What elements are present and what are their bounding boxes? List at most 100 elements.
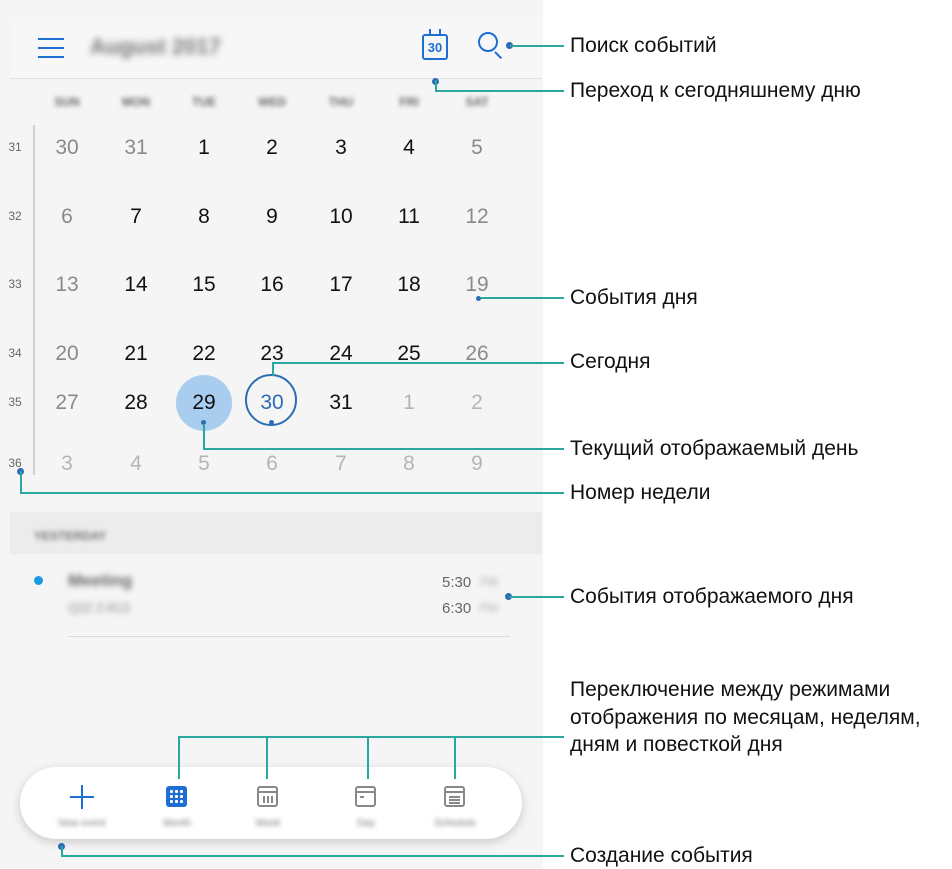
weekday-label: WED	[258, 95, 286, 109]
annotation-search: Поиск событий	[570, 34, 717, 57]
calendar-day[interactable]: 6	[247, 444, 297, 484]
week-number: 34	[8, 346, 22, 360]
callout-line	[272, 362, 274, 376]
calendar-day[interactable]: 31	[111, 128, 161, 168]
week-number: 31	[8, 140, 22, 154]
calendar-day[interactable]: 7	[316, 444, 366, 484]
calendar-day[interactable]: 10	[316, 197, 366, 237]
callout-line	[203, 448, 564, 450]
calendar-day[interactable]: 12	[452, 197, 502, 237]
calendar-day[interactable]: 1	[179, 128, 229, 168]
week-number: 33	[8, 277, 22, 291]
tab-label: Week	[255, 818, 281, 829]
callout-line	[20, 471, 22, 494]
calendar-day[interactable]: 18	[384, 265, 434, 305]
calendar-day[interactable]: 21	[111, 334, 161, 374]
annotation-day-events: События дня	[570, 286, 698, 309]
callout-line	[266, 737, 268, 779]
callout-line	[509, 596, 564, 598]
callout-line	[481, 297, 564, 299]
schedule-calendar-icon	[444, 786, 465, 807]
event-end-ampm: PM	[480, 601, 498, 615]
annotation-week-number: Номер недели	[570, 481, 711, 504]
calendar-day[interactable]: 4	[384, 128, 434, 168]
calendar-day[interactable]: 11	[384, 197, 434, 237]
tab-week[interactable]: Week	[228, 773, 308, 833]
annotation-create-event: Создание события	[570, 844, 753, 867]
calendar-day[interactable]: 13	[42, 265, 92, 305]
event-location: Q22 2-813	[68, 600, 130, 615]
calendar-day[interactable]: 15	[179, 265, 229, 305]
calendar-day[interactable]: 17	[316, 265, 366, 305]
tab-month[interactable]: Month	[137, 773, 217, 833]
new-event-button[interactable]: New event	[42, 773, 122, 833]
event-title: Meeting	[68, 571, 133, 590]
month-title[interactable]: August 2017	[90, 34, 221, 60]
calendar-day[interactable]: 28	[111, 383, 161, 423]
calendar-day[interactable]: 30	[42, 128, 92, 168]
menu-icon[interactable]	[38, 38, 64, 58]
calendar-day[interactable]: 27	[42, 383, 92, 423]
week-number: 36	[8, 456, 22, 470]
calendar-day[interactable]: 9	[452, 444, 502, 484]
tab-label: New event	[58, 818, 106, 829]
month-grid-icon	[166, 786, 187, 807]
weekday-label: FRI	[399, 95, 419, 109]
calendar-day[interactable]: 8	[384, 444, 434, 484]
callout-line	[203, 424, 205, 449]
callout-line	[178, 736, 564, 738]
calendar-day[interactable]: 22	[179, 334, 229, 374]
annotation-today-jump: Переход к сегодняшнему дню	[570, 79, 861, 102]
calendar-day[interactable]: 2	[247, 128, 297, 168]
calendar-day[interactable]: 31	[316, 383, 366, 423]
annotation-switch-views: Переключение между режимами отображения …	[570, 678, 921, 756]
event-list-item[interactable]: Meeting Q22 2-813 5:30 PM 6:30 PM	[10, 560, 542, 630]
event-indicator-dot	[269, 420, 274, 425]
weekday-label: MON	[122, 95, 150, 109]
calendar-day[interactable]: 29	[179, 383, 229, 423]
week-number: 32	[8, 209, 22, 223]
calendar-day[interactable]: 25	[384, 334, 434, 374]
search-icon[interactable]	[478, 32, 508, 60]
tab-label: Schedule	[434, 818, 476, 829]
calendar-day[interactable]: 16	[247, 265, 297, 305]
calendar-day[interactable]: 8	[179, 197, 229, 237]
annotation-displayed-day-events: События отображаемого дня	[570, 585, 854, 608]
calendar-day[interactable]: 9	[247, 197, 297, 237]
top-app-bar: August 2017 30	[10, 18, 542, 78]
calendar-day[interactable]: 3	[42, 444, 92, 484]
annotation-current-day: Текущий отображаемый день	[570, 437, 859, 460]
tab-schedule[interactable]: Schedule	[415, 773, 495, 833]
callout-line	[61, 855, 564, 857]
callout-line	[178, 737, 180, 779]
plus-icon	[70, 785, 94, 809]
tab-day[interactable]: Day	[326, 773, 406, 833]
callout-line	[20, 492, 564, 494]
calendar-day[interactable]: 5	[179, 444, 229, 484]
calendar-day[interactable]: 20	[42, 334, 92, 374]
calendar-day[interactable]: 6	[42, 197, 92, 237]
calendar-day[interactable]: 30	[247, 383, 297, 423]
events-date-label: YESTERDAY	[34, 529, 107, 543]
weekday-label: TUE	[192, 95, 216, 109]
week-number-divider	[33, 125, 35, 475]
bottom-navigation-bar: New event Month Week Day Schedule	[20, 767, 522, 839]
weekday-label: SAT	[465, 95, 489, 109]
calendar-day[interactable]: 7	[111, 197, 161, 237]
callout-line	[367, 737, 369, 779]
calendar-day[interactable]: 1	[384, 383, 434, 423]
today-calendar-icon[interactable]: 30	[422, 29, 448, 60]
event-color-dot	[34, 576, 43, 585]
divider	[10, 78, 542, 79]
calendar-day[interactable]: 24	[316, 334, 366, 374]
callout-line	[435, 90, 564, 92]
tab-label: Day	[357, 818, 375, 829]
calendar-day[interactable]: 26	[452, 334, 502, 374]
calendar-day[interactable]: 3	[316, 128, 366, 168]
today-icon-number: 30	[427, 40, 443, 55]
event-end-time: 6:30	[442, 600, 472, 617]
calendar-day[interactable]: 14	[111, 265, 161, 305]
calendar-day[interactable]: 2	[452, 383, 502, 423]
calendar-day[interactable]: 5	[452, 128, 502, 168]
calendar-day[interactable]: 4	[111, 444, 161, 484]
